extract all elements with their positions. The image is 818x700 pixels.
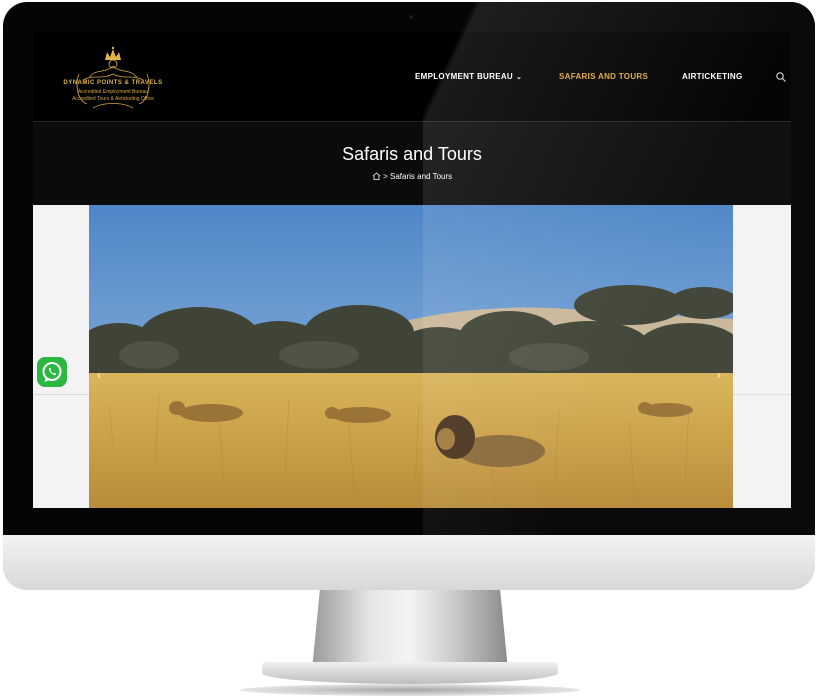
- nav-employment-bureau[interactable]: EMPLOYMENT BUREAU ⌄: [415, 72, 522, 81]
- nav-airticketing[interactable]: AIRTICKETING: [682, 72, 743, 81]
- whatsapp-icon: [42, 362, 62, 382]
- site-header: DYNAMIC POINTS & TRAVELS Accredited Empl…: [33, 32, 791, 121]
- nav-airticketing-label: AIRTICKETING: [682, 72, 743, 81]
- imac-monitor: DYNAMIC POINTS & TRAVELS Accredited Empl…: [3, 2, 815, 590]
- nav-safaris-and-tours-label: SAFARIS AND TOURS: [559, 72, 649, 81]
- breadcrumb-separator: >: [383, 172, 388, 181]
- page-title-bar: Safaris and Tours > Safaris and Tours: [33, 122, 791, 205]
- hero-slider-image: [89, 205, 733, 508]
- monitor-stand-neck: [312, 590, 508, 670]
- monitor-shadow: [240, 684, 580, 696]
- logo-name: DYNAMIC POINTS & TRAVELS: [63, 80, 163, 86]
- chevron-down-icon: ⌄: [516, 74, 523, 81]
- slider-track-right: [733, 394, 791, 395]
- site-logo[interactable]: DYNAMIC POINTS & TRAVELS Accredited Empl…: [59, 44, 167, 112]
- nav-employment-bureau-label: EMPLOYMENT BUREAU: [415, 72, 513, 81]
- monitor-chin: [3, 535, 815, 590]
- safari-lions-image: [89, 205, 733, 508]
- search-icon[interactable]: [775, 71, 787, 83]
- logo-tagline-1: Accredited Employment Bureau: [77, 89, 149, 95]
- home-icon[interactable]: [372, 172, 381, 180]
- breadcrumb: > Safaris and Tours: [33, 172, 791, 181]
- whatsapp-button[interactable]: [37, 357, 67, 387]
- chevron-right-icon[interactable]: ›: [717, 368, 721, 382]
- breadcrumb-current: Safaris and Tours: [390, 172, 453, 181]
- page-title: Safaris and Tours: [342, 144, 482, 164]
- browser-screen: DYNAMIC POINTS & TRAVELS Accredited Empl…: [33, 32, 791, 508]
- nav-safaris-and-tours[interactable]: SAFARIS AND TOURS: [559, 72, 648, 81]
- monitor-stand-base: [262, 662, 558, 684]
- monitor-bezel: DYNAMIC POINTS & TRAVELS Accredited Empl…: [3, 2, 815, 535]
- chevron-left-icon[interactable]: ‹: [97, 368, 101, 382]
- logo-tagline-2: Accredited Tours & Airticketing Office: [72, 96, 154, 102]
- slider-track-left: [33, 394, 89, 395]
- camera-dot: [409, 15, 413, 19]
